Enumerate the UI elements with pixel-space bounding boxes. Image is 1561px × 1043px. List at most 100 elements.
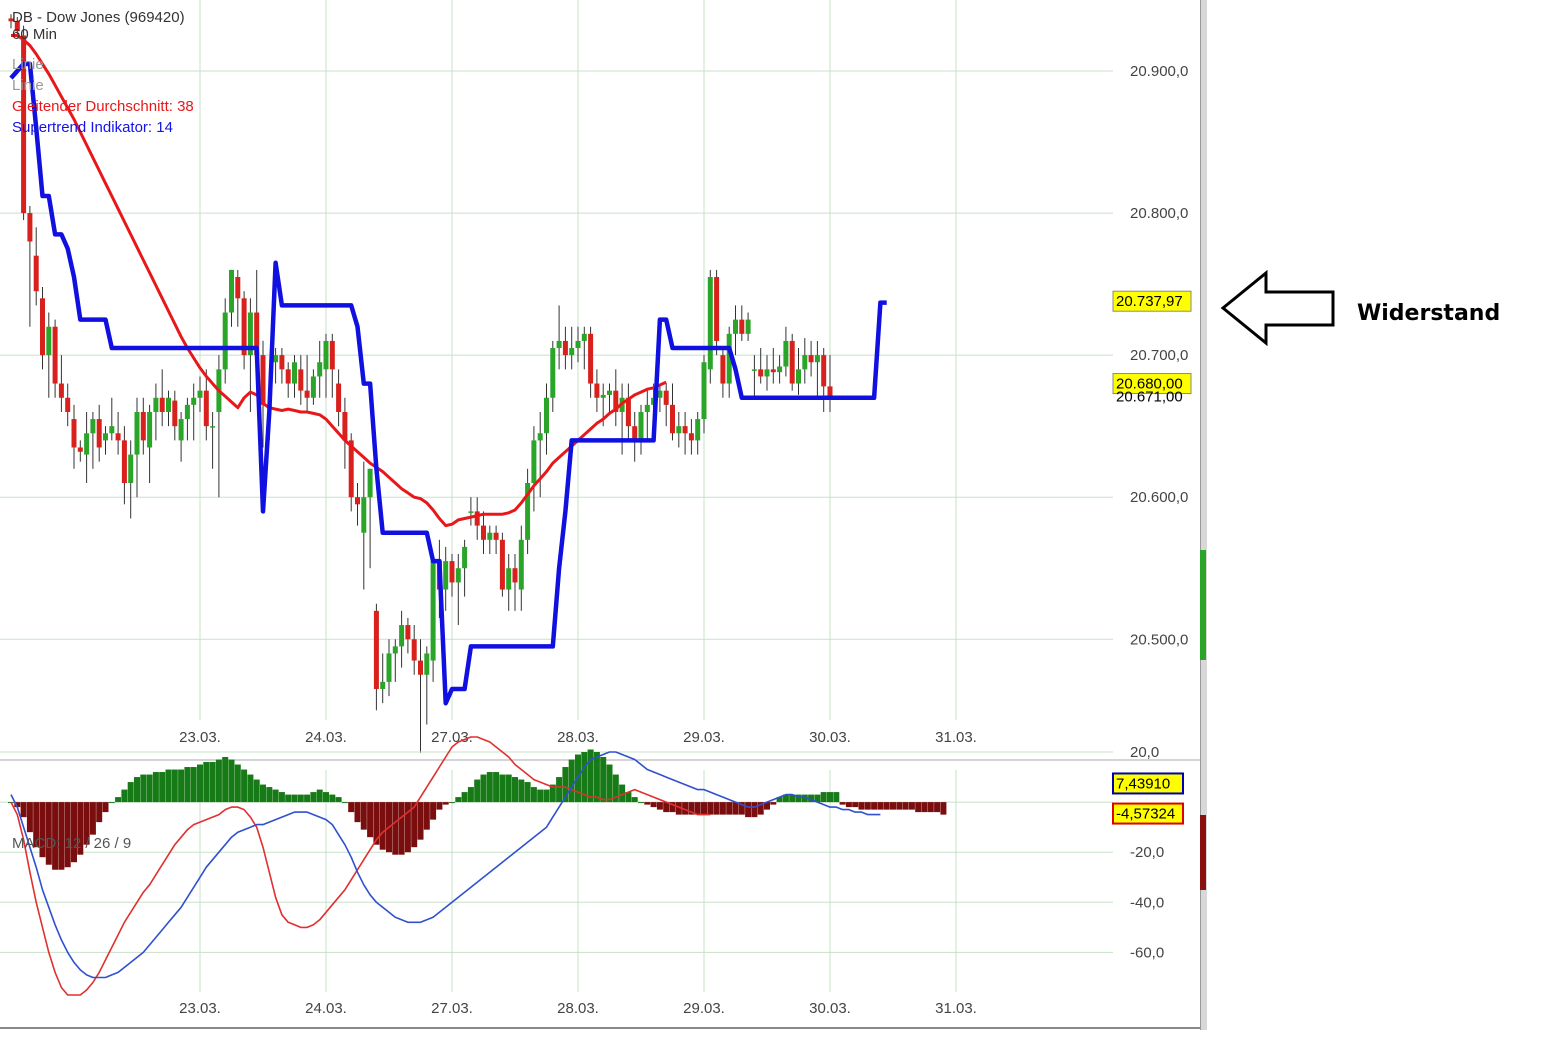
histogram-bar-negative <box>96 802 102 822</box>
histogram-bar-negative <box>651 802 657 807</box>
candle-down <box>116 433 121 440</box>
candle-down <box>65 398 70 412</box>
candle-down <box>59 384 64 398</box>
histogram-bar-positive <box>128 782 134 802</box>
histogram-bar-negative <box>934 802 940 812</box>
histogram-bar-positive <box>254 780 260 803</box>
histogram-bar-positive <box>260 785 266 803</box>
histogram-bar-positive <box>266 787 272 802</box>
candle-up <box>46 327 51 355</box>
histogram-bar-positive <box>140 775 146 803</box>
macd-tick-label: -60,0 <box>1130 944 1164 961</box>
histogram-bar-positive <box>827 792 833 802</box>
histogram-bar-negative <box>418 802 424 840</box>
candle-up <box>103 433 108 440</box>
histogram-bar-negative <box>644 802 650 805</box>
histogram-bar-positive <box>833 792 839 802</box>
time-tick-label: 24.03. <box>305 729 347 746</box>
histogram-bar-positive <box>594 752 600 802</box>
histogram-bar-positive <box>197 765 203 803</box>
candle-up <box>166 398 171 412</box>
candle-down <box>670 405 675 433</box>
candle-down <box>418 661 423 675</box>
candle-down <box>563 341 568 355</box>
histogram-bar-negative <box>392 802 398 855</box>
candle-up <box>708 277 713 369</box>
histogram-bar-negative <box>890 802 896 810</box>
chart-canvas: 20.900,020.800,020.700,020.600,020.500,0… <box>0 0 1205 1030</box>
candle-up <box>109 426 114 433</box>
histogram-bar-negative <box>21 802 27 817</box>
histogram-bar-positive <box>336 797 342 802</box>
candle-down <box>72 419 77 447</box>
histogram-bar-positive <box>229 760 235 803</box>
candle-up <box>531 440 536 483</box>
price-tick-label: 20.700,0 <box>1130 347 1188 364</box>
histogram-bar-positive <box>588 749 594 802</box>
candle-up <box>796 369 801 383</box>
histogram-bar-positive <box>531 787 537 802</box>
candle-up <box>399 625 404 646</box>
candle-up <box>582 334 587 341</box>
histogram-bar-positive <box>600 757 606 802</box>
price-tick-label: 20.600,0 <box>1130 489 1188 506</box>
histogram-bar-negative <box>840 802 846 805</box>
histogram-bar-positive <box>292 795 298 803</box>
candle-up <box>311 376 316 397</box>
time-tick-label: 23.03. <box>179 729 221 746</box>
histogram-bar-positive <box>210 762 216 802</box>
candle-up <box>393 646 398 653</box>
histogram-bar-positive <box>455 797 461 802</box>
candle-up <box>765 369 770 376</box>
histogram-bar-positive <box>115 797 121 802</box>
candle-down <box>27 213 32 241</box>
candle-up <box>702 362 707 419</box>
histogram-bar-negative <box>380 802 386 850</box>
histogram-bar-negative <box>695 802 701 815</box>
candle-down <box>204 391 209 427</box>
histogram-bar-positive <box>203 762 209 802</box>
histogram-bar-positive <box>499 775 505 803</box>
histogram-bar-negative <box>852 802 858 807</box>
candle-down <box>500 540 505 590</box>
histogram-bar-negative <box>877 802 883 810</box>
histogram-bar-negative <box>103 802 109 812</box>
candle-up <box>506 568 511 589</box>
histogram-bar-negative <box>657 802 663 810</box>
histogram-bar-negative <box>436 802 442 810</box>
candle-up <box>538 433 543 440</box>
candle-up <box>676 426 681 433</box>
candle-down <box>809 355 814 362</box>
candle-down <box>689 433 694 440</box>
macd-tick-label: -40,0 <box>1130 894 1164 911</box>
histogram-bar-positive <box>481 775 487 803</box>
candle-down <box>594 384 599 398</box>
macd-time-tick-label: 27.03. <box>431 1000 473 1017</box>
histogram-bar-positive <box>569 760 575 803</box>
legend-linie-1: Linie <box>12 54 194 75</box>
histogram-bar-negative <box>399 802 405 855</box>
candle-up <box>191 398 196 405</box>
histogram-bar-positive <box>525 782 531 802</box>
histogram-bar-positive <box>166 770 172 803</box>
histogram-bar-negative <box>361 802 367 830</box>
histogram-bar-positive <box>241 770 247 803</box>
candle-down <box>374 611 379 689</box>
histogram-bar-negative <box>751 802 757 817</box>
macd-time-tick-label: 30.03. <box>809 1000 851 1017</box>
histogram-bar-negative <box>922 802 928 812</box>
histogram-bar-positive <box>512 777 518 802</box>
histogram-bar-negative <box>915 802 921 812</box>
macd-legend: MACD: 12 / 26 / 9 <box>12 833 131 854</box>
histogram-bar-negative <box>707 802 713 815</box>
candle-up <box>292 362 297 383</box>
histogram-bar-negative <box>355 802 361 822</box>
histogram-bar-positive <box>247 775 253 803</box>
candle-up <box>607 391 612 395</box>
histogram-bar-positive <box>298 795 304 803</box>
price-tick-label: 20.800,0 <box>1130 205 1188 222</box>
macd-tick-label: 20,0 <box>1130 744 1159 761</box>
candle-up <box>185 405 190 419</box>
candle-up <box>815 355 820 362</box>
histogram-bar-negative <box>430 802 436 820</box>
